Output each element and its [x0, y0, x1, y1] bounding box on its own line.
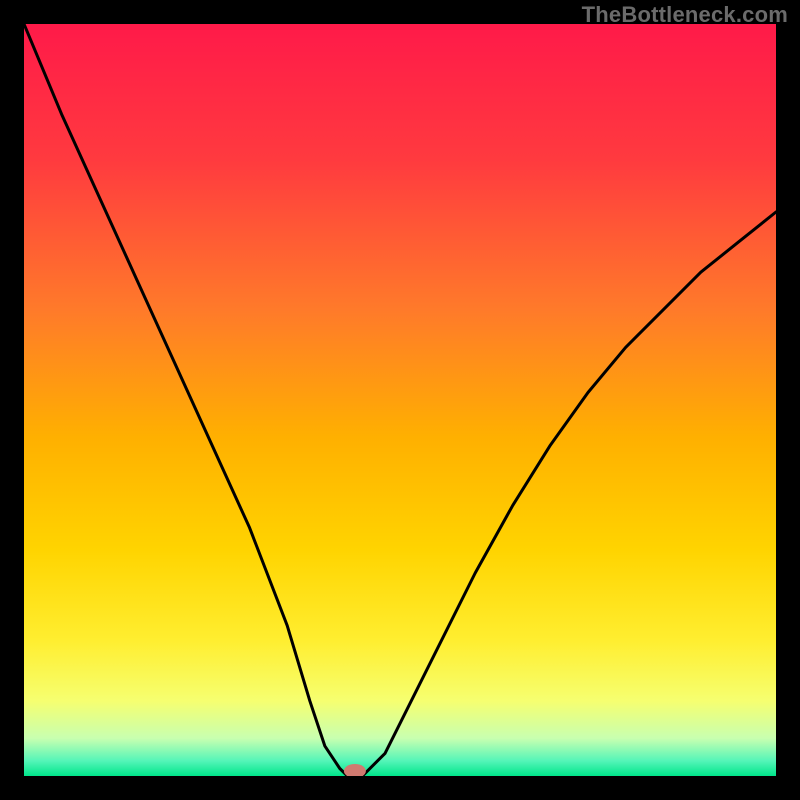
watermark-text: TheBottleneck.com [582, 2, 788, 28]
optimum-marker [344, 764, 366, 778]
plot-bg-gradient [24, 24, 776, 776]
chart-svg [0, 0, 800, 800]
chart-frame: TheBottleneck.com [0, 0, 800, 800]
